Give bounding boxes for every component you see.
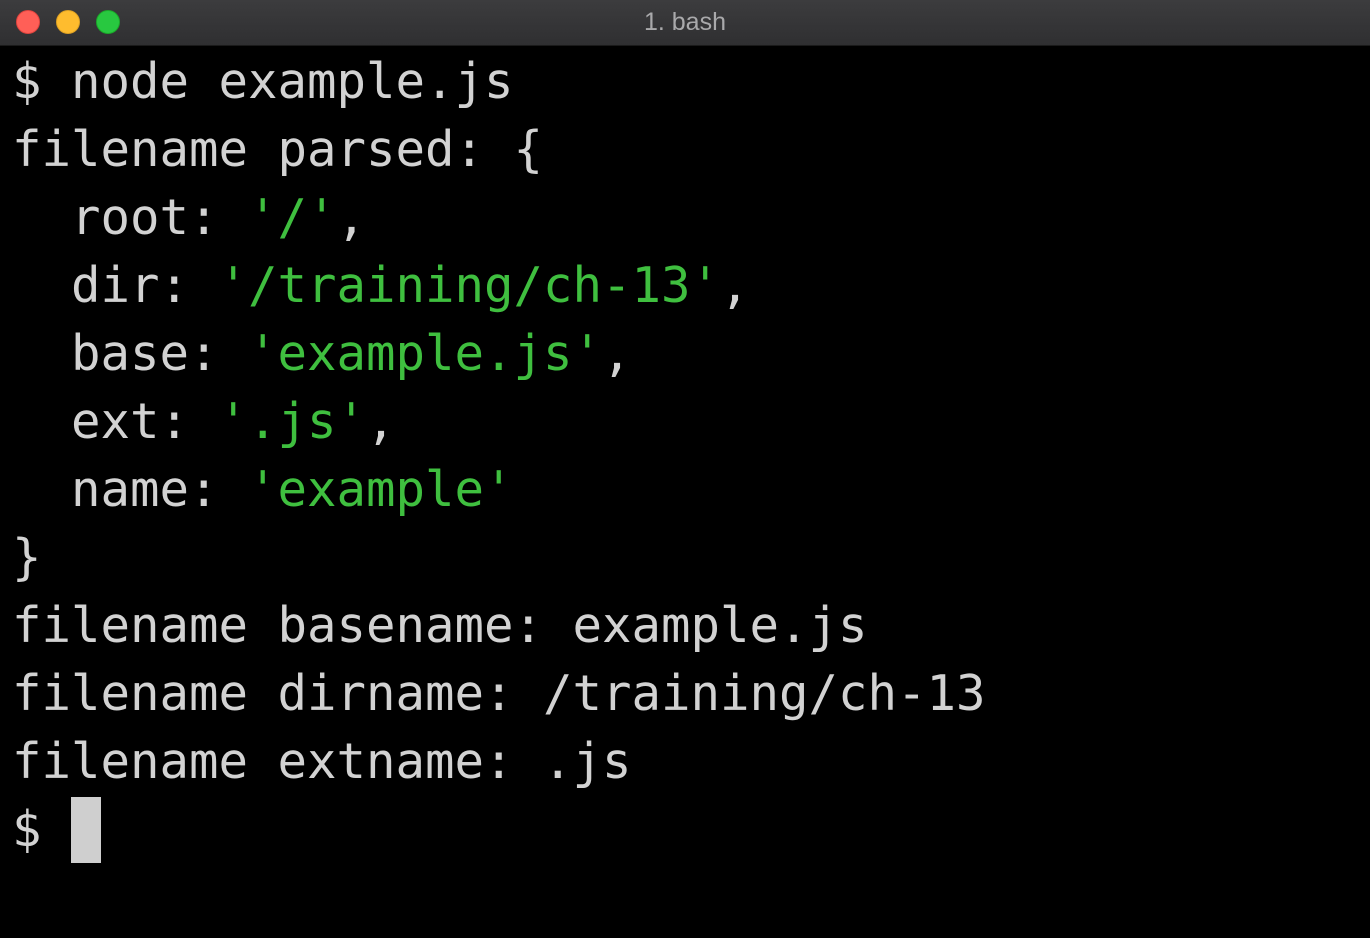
object-property-name: name: 'example' [12,456,1370,524]
command-text: node example.js [71,53,514,110]
text-cursor [71,796,102,863]
object-property-dir: dir: '/training/ch-13', [12,252,1370,320]
object-property-ext: ext: '.js', [12,388,1370,456]
prompt-symbol: $ [12,801,42,858]
property-suffix: , [720,257,750,314]
property-key: dir: [71,257,219,314]
property-key: base: [71,325,249,382]
property-value: 'example.js' [248,325,603,382]
property-suffix: , [336,189,367,246]
property-key: root: [71,189,249,246]
prompt-line[interactable]: $ [12,796,1370,864]
output-line: filename dirname: /training/ch-13 [12,665,986,722]
output-line: filename parsed: { [12,121,544,178]
property-suffix: , [602,325,632,382]
title-bar[interactable]: 1. bash [0,0,1370,46]
output-line: } [12,529,42,586]
property-suffix: , [366,393,396,450]
property-value: '/' [248,189,337,246]
object-property-root: root: '/', [12,184,1370,252]
terminal-window: 1. bash $ node example.js filename parse… [0,0,1370,938]
property-value: 'example' [248,461,514,518]
window-title: 1. bash [643,8,726,36]
object-property-base: base: 'example.js', [12,320,1370,388]
terminal-output[interactable]: $ node example.js filename parsed: { roo… [12,48,1370,938]
output-line: filename basename: example.js [12,597,868,654]
property-value: '/training/ch-13' [218,257,721,314]
property-key: ext: [71,393,219,450]
property-value: '.js' [218,393,367,450]
property-key: name: [71,461,249,518]
prompt-symbol: $ [12,53,42,110]
command-line: $ node example.js [12,48,1370,116]
output-line: filename extname: .js [12,733,632,790]
